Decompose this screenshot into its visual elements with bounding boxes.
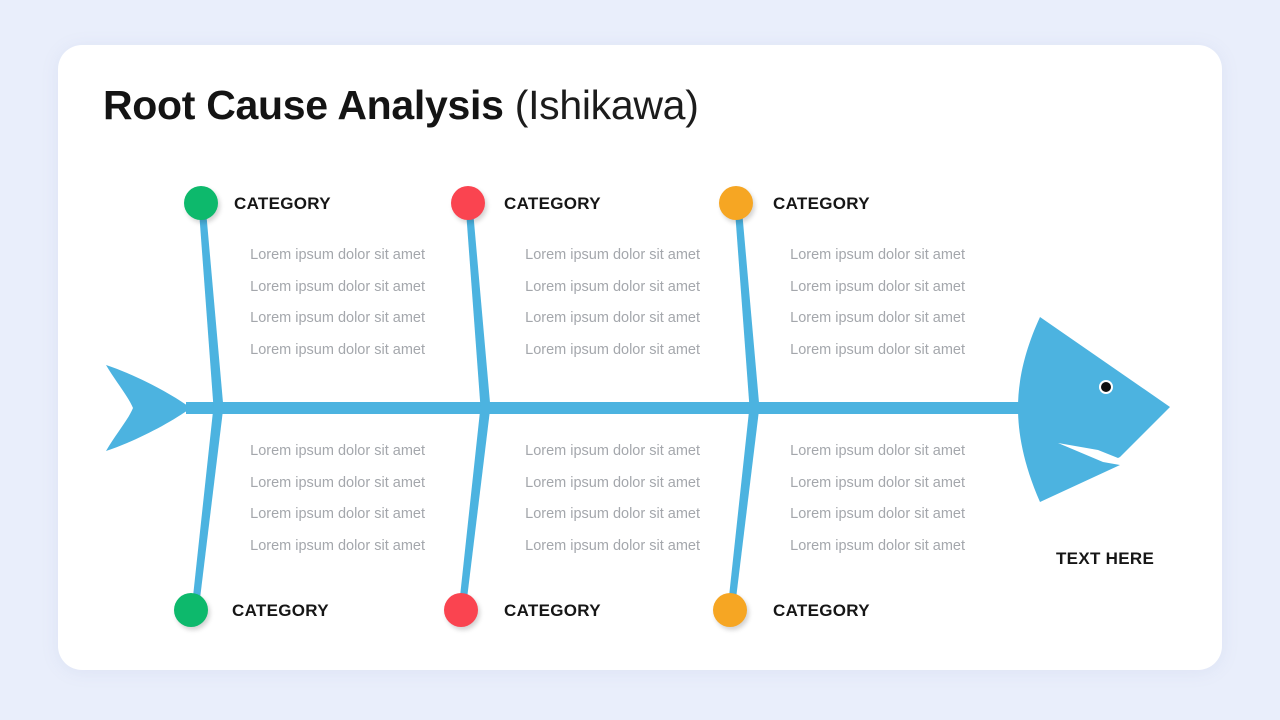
cause-line: Lorem ipsum dolor sit amet (790, 443, 965, 459)
branch-label-top-1: CATEGORY (234, 194, 331, 213)
fish-spine (190, 402, 1030, 414)
branch-node-bottom-3[interactable] (713, 593, 747, 627)
branch-node-bottom-2[interactable] (444, 593, 478, 627)
bone-top-3 (734, 204, 760, 414)
bone-top-1 (198, 204, 224, 414)
branch-causes-top-1: Lorem ipsum dolor sit amet Lorem ipsum d… (225, 240, 425, 366)
bone-top-2 (465, 204, 491, 414)
cause-line: Lorem ipsum dolor sit amet (250, 443, 425, 459)
cause-line: Lorem ipsum dolor sit amet (525, 278, 700, 295)
cause-line: Lorem ipsum dolor sit amet (790, 474, 965, 491)
cause-line: Lorem ipsum dolor sit amet (250, 474, 425, 491)
bone-bottom-3 (727, 402, 760, 611)
page-title-light: (Ishikawa) (514, 82, 699, 128)
branch-label-bottom-2: CATEGORY (504, 601, 601, 620)
cause-line: Lorem ipsum dolor sit amet (525, 474, 700, 491)
bone-bottom-2 (458, 402, 491, 611)
branch-label-bottom-3: CATEGORY (773, 601, 870, 620)
cause-line: Lorem ipsum dolor sit amet (250, 537, 425, 554)
cause-line: Lorem ipsum dolor sit amet (525, 247, 700, 263)
branch-node-top-1[interactable] (184, 186, 218, 220)
branch-causes-top-3: Lorem ipsum dolor sit amet Lorem ipsum d… (765, 240, 965, 366)
cause-line: Lorem ipsum dolor sit amet (525, 341, 700, 358)
branch-label-top-3: CATEGORY (773, 194, 870, 213)
cause-line: Lorem ipsum dolor sit amet (790, 310, 965, 326)
branch-causes-bottom-3: Lorem ipsum dolor sit amet Lorem ipsum d… (765, 436, 965, 562)
branch-node-top-3[interactable] (719, 186, 753, 220)
page-title-strong: Root Cause Analysis (103, 82, 504, 128)
fish-tail-connector (186, 402, 228, 414)
branch-node-top-2[interactable] (451, 186, 485, 220)
fish-pupil-icon (1101, 382, 1111, 392)
cause-line: Lorem ipsum dolor sit amet (250, 506, 425, 522)
cause-line: Lorem ipsum dolor sit amet (790, 341, 965, 358)
fish-head-icon (1018, 317, 1170, 502)
branch-label-bottom-1: CATEGORY (232, 601, 329, 620)
page-title: Root Cause Analysis (Ishikawa) (103, 82, 699, 128)
branch-causes-bottom-2: Lorem ipsum dolor sit amet Lorem ipsum d… (500, 436, 700, 562)
slide-canvas: Root Cause Analysis (Ishikawa) CATEGORY … (0, 0, 1280, 720)
cause-line: Lorem ipsum dolor sit amet (525, 310, 700, 326)
fish-eye-icon (1099, 380, 1113, 394)
cause-line: Lorem ipsum dolor sit amet (250, 278, 425, 295)
cause-line: Lorem ipsum dolor sit amet (250, 341, 425, 358)
cause-line: Lorem ipsum dolor sit amet (790, 247, 965, 263)
cause-line: Lorem ipsum dolor sit amet (790, 537, 965, 554)
branch-label-top-2: CATEGORY (504, 194, 601, 213)
cause-line: Lorem ipsum dolor sit amet (790, 506, 965, 522)
cause-line: Lorem ipsum dolor sit amet (525, 537, 700, 554)
cause-line: Lorem ipsum dolor sit amet (250, 247, 425, 263)
cause-line: Lorem ipsum dolor sit amet (525, 443, 700, 459)
fish-tail-icon (106, 365, 191, 451)
bone-bottom-1 (191, 402, 224, 611)
branch-causes-top-2: Lorem ipsum dolor sit amet Lorem ipsum d… (500, 240, 700, 366)
cause-line: Lorem ipsum dolor sit amet (525, 506, 700, 522)
branch-causes-bottom-1: Lorem ipsum dolor sit amet Lorem ipsum d… (225, 436, 425, 562)
cause-line: Lorem ipsum dolor sit amet (250, 310, 425, 326)
branch-node-bottom-1[interactable] (174, 593, 208, 627)
effect-label: TEXT HERE (1056, 549, 1155, 568)
cause-line: Lorem ipsum dolor sit amet (790, 278, 965, 295)
content-card: Root Cause Analysis (Ishikawa) CATEGORY … (58, 45, 1222, 670)
